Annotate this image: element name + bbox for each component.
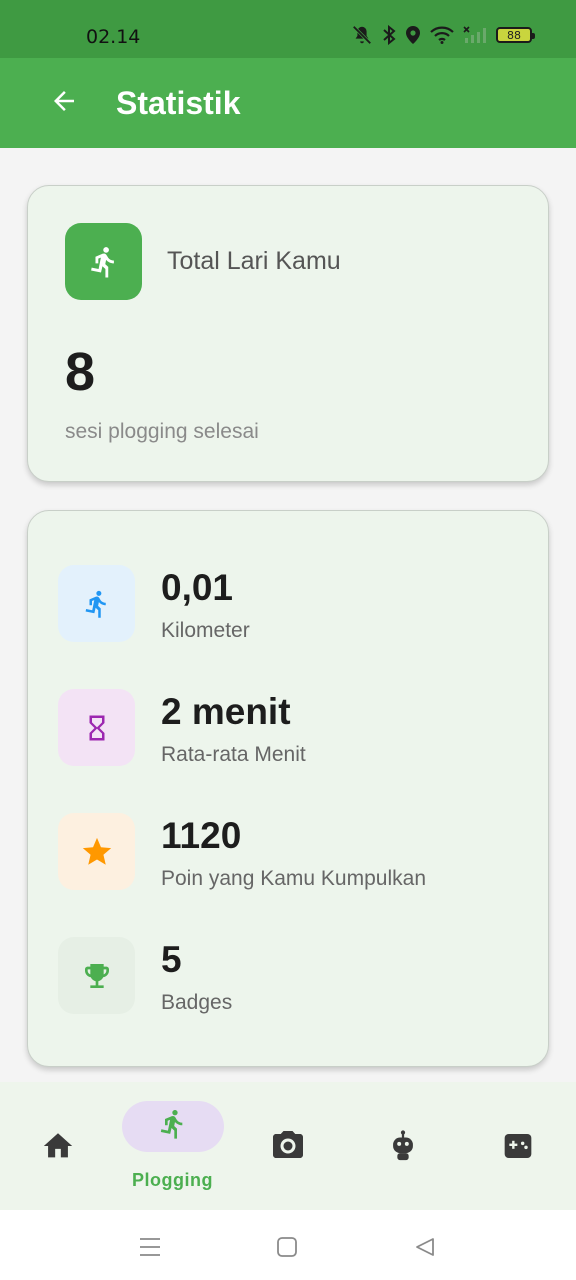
stat-label: Poin yang Kamu Kumpulkan [161, 867, 426, 890]
stat-row-points: 1120 Poin yang Kamu Kumpulkan [58, 813, 528, 893]
stat-value: 2 menit [161, 691, 291, 732]
stat-label: Rata-rata Menit [161, 743, 306, 766]
running-icon [157, 1108, 189, 1145]
nav-active-indicator [121, 1101, 224, 1152]
stat-value: 0,01 [161, 567, 234, 608]
total-runs-label: Total Lari Kamu [167, 247, 341, 275]
page-title: Statistik [116, 85, 241, 121]
back-button[interactable] [44, 83, 84, 123]
gamepad-icon [498, 1130, 538, 1162]
nav-games[interactable] [460, 1082, 575, 1210]
nav-plogging[interactable]: Plogging [115, 1082, 230, 1210]
bottom-nav: Plogging [0, 1082, 576, 1210]
stat-label: Kilometer [161, 619, 250, 642]
system-nav-bar [0, 1210, 576, 1280]
nav-home[interactable] [0, 1082, 115, 1210]
app-bar: Statistik [0, 58, 576, 148]
nav-camera[interactable] [230, 1082, 345, 1210]
status-time: 02.14 [86, 26, 141, 48]
arrow-left-icon [49, 86, 79, 121]
mute-icon [351, 24, 373, 46]
stat-row-average-minutes: 2 menit Rata-rata Menit [58, 689, 528, 769]
stat-value: 1120 [161, 815, 242, 856]
stat-value: 5 [161, 939, 182, 980]
nav-label-plogging: Plogging [132, 1170, 213, 1190]
stat-row-badges: 5 Badges [58, 937, 528, 1017]
stat-label: Badges [161, 991, 233, 1014]
wifi-icon [430, 26, 454, 44]
nav-robot[interactable] [345, 1082, 460, 1210]
status-icons: 88 [351, 24, 535, 46]
running-icon [58, 565, 135, 642]
hourglass-icon [58, 689, 135, 766]
menu-icon[interactable] [135, 1232, 165, 1262]
running-icon [65, 223, 142, 300]
camera-icon [268, 1130, 308, 1162]
signal-icon [463, 26, 487, 44]
home-icon [38, 1130, 78, 1162]
total-runs-card: Total Lari Kamu 8 sesi plogging selesai [27, 185, 549, 482]
stats-card: 0,01 Kilometer 2 menit Rata-rata Menit 1… [27, 510, 549, 1067]
bluetooth-icon [382, 25, 396, 45]
star-icon [58, 813, 135, 890]
robot-icon [383, 1130, 423, 1162]
home-square-icon[interactable] [272, 1232, 302, 1262]
trophy-icon [58, 937, 135, 1014]
back-triangle-icon[interactable] [410, 1232, 440, 1262]
status-bar: 02.14 88 [0, 0, 576, 58]
total-runs-value: 8 [65, 342, 96, 402]
battery-icon: 88 [496, 27, 535, 43]
location-icon [405, 25, 421, 45]
total-runs-caption: sesi plogging selesai [65, 420, 259, 443]
stat-row-kilometer: 0,01 Kilometer [58, 565, 528, 645]
